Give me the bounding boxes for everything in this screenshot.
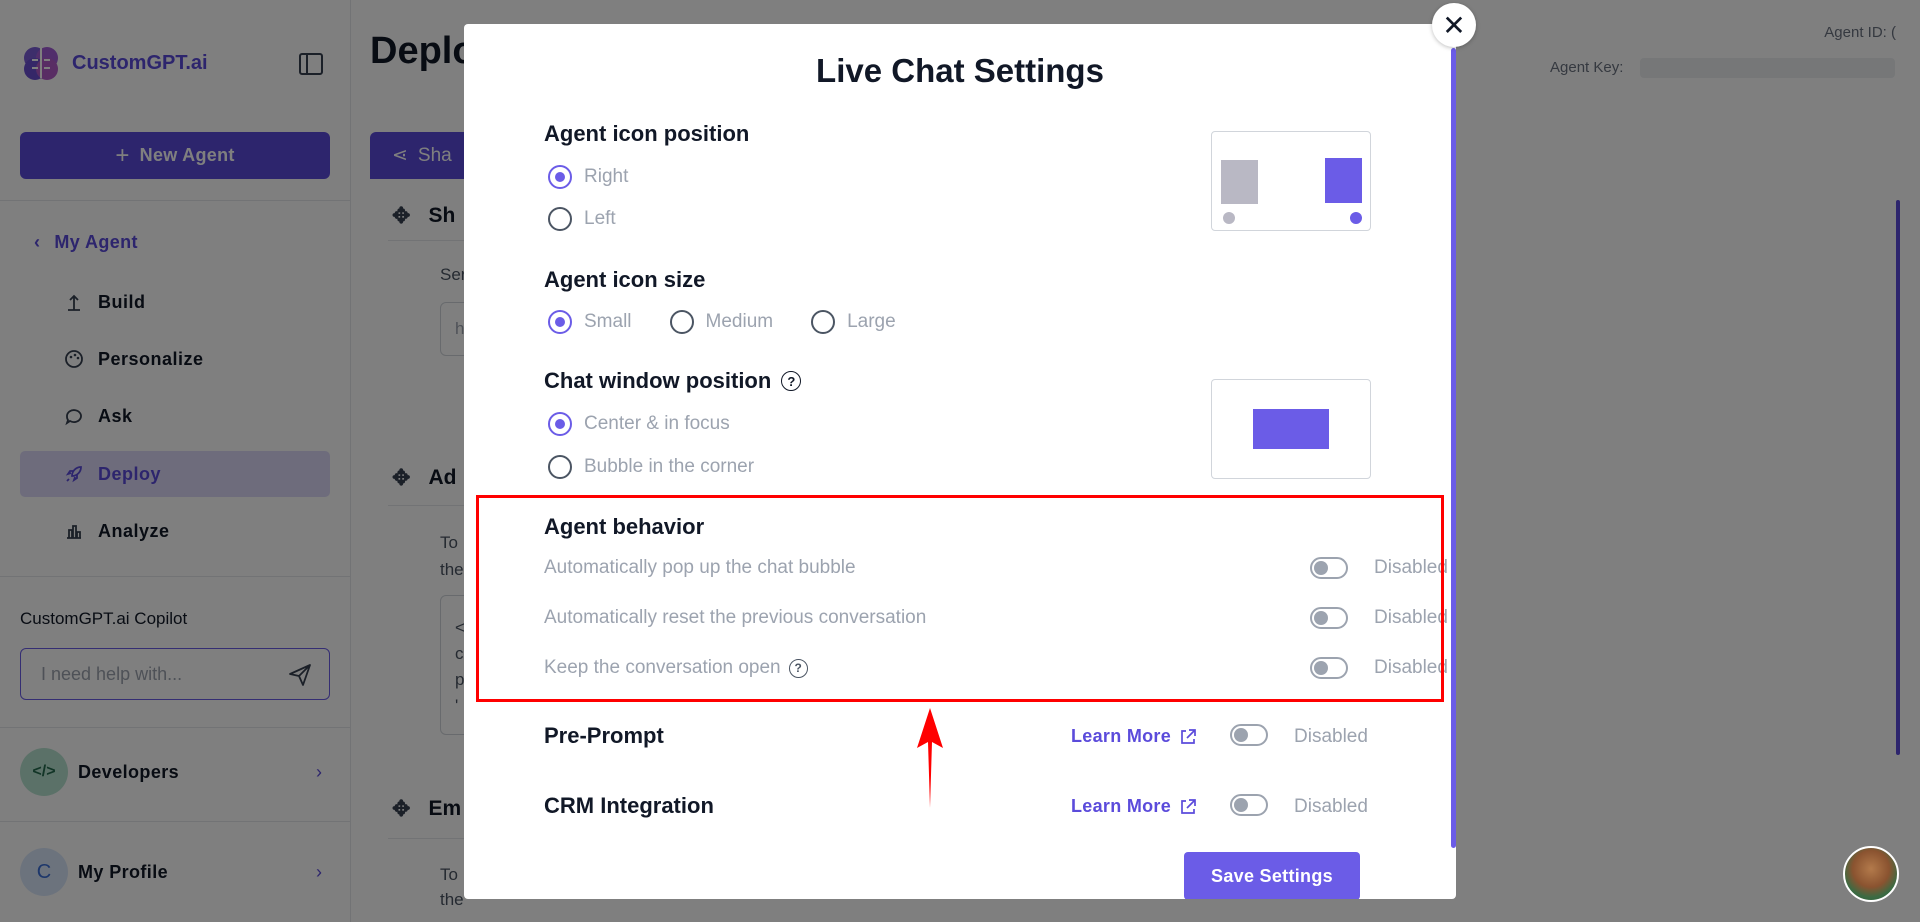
modal-title: Live Chat Settings bbox=[816, 52, 1104, 89]
heading-text: Chat window position bbox=[544, 368, 772, 393]
heading-text: CRM Integration bbox=[544, 793, 714, 818]
radio-label: Center & in focus bbox=[584, 413, 730, 434]
window-position-preview bbox=[1211, 379, 1371, 479]
help-icon[interactable]: ? bbox=[781, 371, 802, 391]
radio-label: Large bbox=[847, 311, 896, 332]
support-avatar[interactable] bbox=[1843, 846, 1899, 902]
highlight-box bbox=[476, 495, 1444, 702]
learn-more-label: Learn More bbox=[1071, 796, 1172, 816]
window-position-heading: Chat window position ? bbox=[544, 368, 802, 394]
preview-left-block bbox=[1221, 160, 1258, 204]
close-icon[interactable]: ✕ bbox=[1432, 3, 1476, 47]
heading-text: Pre-Prompt bbox=[544, 723, 664, 748]
radio-button[interactable] bbox=[548, 412, 572, 436]
radio-label: Medium bbox=[705, 311, 774, 332]
external-link-icon bbox=[1181, 728, 1196, 744]
pre-prompt-heading: Pre-Prompt bbox=[544, 723, 664, 749]
radio-button[interactable] bbox=[548, 455, 572, 479]
icon-position-preview bbox=[1211, 131, 1371, 231]
radio-center[interactable]: Center & in focus bbox=[548, 412, 730, 436]
radio-button[interactable] bbox=[548, 207, 572, 231]
crm-toggle[interactable] bbox=[1230, 794, 1268, 816]
crm-status: Disabled bbox=[1294, 796, 1368, 817]
icon-size-heading: Agent icon size bbox=[544, 267, 705, 293]
pre-prompt-learn-more[interactable]: Learn More bbox=[1071, 726, 1197, 747]
radio-large[interactable] bbox=[811, 310, 836, 334]
radio-label: Bubble in the corner bbox=[584, 456, 755, 477]
modal-scrollbar[interactable] bbox=[1451, 48, 1456, 848]
heading-text: Agent icon position bbox=[544, 121, 750, 146]
pre-prompt-status: Disabled bbox=[1294, 726, 1368, 747]
radio-label: Small bbox=[584, 311, 632, 332]
icon-position-heading: Agent icon position bbox=[544, 121, 749, 147]
arrow-up-icon bbox=[917, 708, 943, 808]
preview-right-block bbox=[1325, 158, 1362, 203]
save-settings-button[interactable]: Save Settings bbox=[1184, 852, 1360, 899]
pre-prompt-toggle[interactable] bbox=[1230, 724, 1268, 746]
radio-small[interactable] bbox=[548, 310, 572, 334]
radio-label: Left bbox=[584, 208, 616, 229]
radio-button[interactable] bbox=[548, 165, 572, 189]
heading-text: Agent icon size bbox=[544, 267, 706, 292]
radio-medium[interactable] bbox=[669, 310, 694, 334]
icon-size-options: Small Medium Large bbox=[548, 310, 896, 334]
crm-learn-more[interactable]: Learn More bbox=[1071, 796, 1197, 817]
radio-bubble-corner[interactable]: Bubble in the corner bbox=[548, 455, 754, 479]
live-chat-settings-modal: Live Chat Settings Agent icon position R… bbox=[464, 24, 1456, 899]
crm-heading: CRM Integration bbox=[544, 793, 714, 819]
radio-label: Right bbox=[584, 166, 629, 187]
preview-left-dot bbox=[1223, 212, 1235, 224]
radio-right[interactable]: Right bbox=[548, 165, 628, 189]
radio-left[interactable]: Left bbox=[548, 207, 616, 231]
preview-right-dot bbox=[1350, 212, 1362, 224]
preview-window-block bbox=[1253, 409, 1329, 449]
learn-more-label: Learn More bbox=[1071, 726, 1172, 746]
external-link-icon bbox=[1181, 798, 1196, 814]
